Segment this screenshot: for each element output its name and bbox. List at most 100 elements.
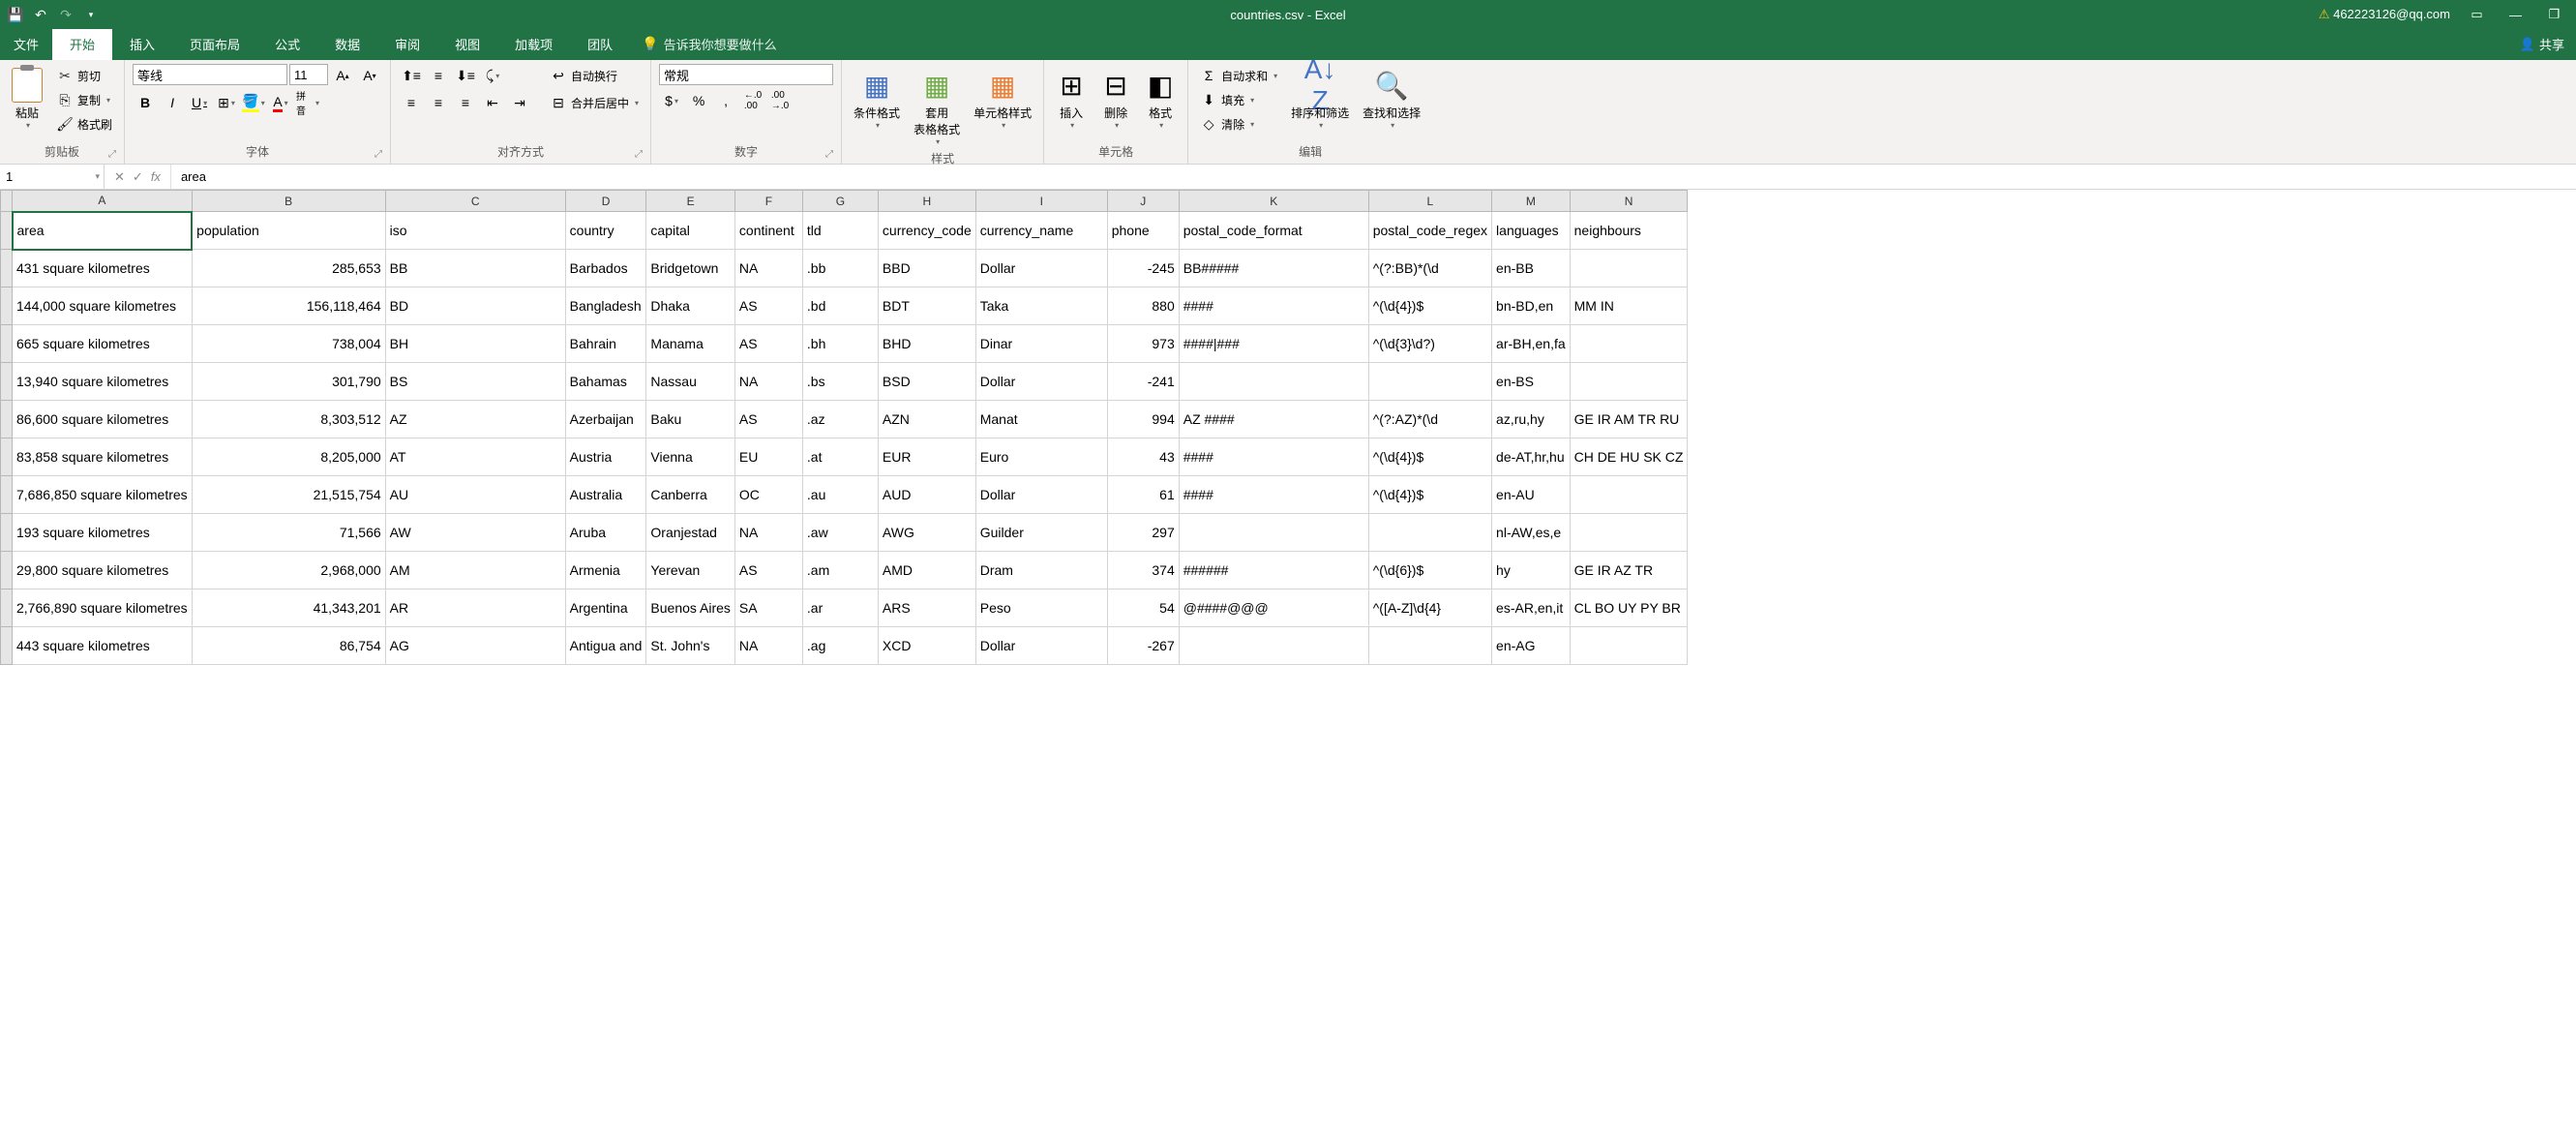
tab-addins[interactable]: 加载项 <box>497 28 570 60</box>
cell[interactable]: en-AG <box>1492 627 1571 665</box>
restore-icon[interactable]: ❐ <box>2542 7 2566 22</box>
cell[interactable]: Nassau <box>646 363 735 401</box>
cell[interactable]: BHD <box>878 325 975 363</box>
cell[interactable]: capital <box>646 212 735 250</box>
percent-icon[interactable]: % <box>686 89 711 112</box>
cell[interactable]: BSD <box>878 363 975 401</box>
cell[interactable] <box>1368 514 1491 552</box>
expand-icon[interactable]: ⤢ <box>374 149 382 160</box>
cell[interactable]: currency_name <box>975 212 1107 250</box>
column-header[interactable]: L <box>1368 191 1491 212</box>
save-icon[interactable]: 💾 <box>8 7 23 22</box>
fill-color-button[interactable]: 🪣▾ <box>241 91 266 114</box>
currency-icon[interactable]: $▾ <box>659 89 684 112</box>
cell[interactable]: 43 <box>1107 438 1179 476</box>
cell[interactable]: postal_code_format <box>1179 212 1368 250</box>
font-size-select[interactable] <box>289 64 328 85</box>
cell[interactable]: AG <box>385 627 565 665</box>
cell[interactable]: en-AU <box>1492 476 1571 514</box>
cell[interactable]: 156,118,464 <box>192 287 385 325</box>
cell[interactable]: ^(\d{4})$ <box>1368 476 1491 514</box>
cell[interactable]: SA <box>734 589 802 627</box>
merge-center-button[interactable]: ⊟合并后居中▾ <box>546 91 643 114</box>
cell[interactable]: Taka <box>975 287 1107 325</box>
redo-icon[interactable]: ↷ <box>58 7 74 22</box>
tab-home[interactable]: 开始 <box>52 28 112 60</box>
column-header[interactable]: J <box>1107 191 1179 212</box>
cell[interactable]: 8,303,512 <box>192 401 385 438</box>
cell[interactable]: .aw <box>802 514 878 552</box>
cell[interactable]: .au <box>802 476 878 514</box>
column-header[interactable]: F <box>734 191 802 212</box>
cell[interactable]: tld <box>802 212 878 250</box>
cell[interactable]: -245 <box>1107 250 1179 287</box>
cell[interactable]: 285,653 <box>192 250 385 287</box>
spreadsheet-grid[interactable]: ABCDEFGHIJKLMN areapopulationisocountryc… <box>0 190 2576 1148</box>
cell[interactable]: .bd <box>802 287 878 325</box>
row-header[interactable] <box>1 363 13 401</box>
cell[interactable] <box>1570 514 1688 552</box>
cell[interactable]: MM IN <box>1570 287 1688 325</box>
cell[interactable]: Bridgetown <box>646 250 735 287</box>
cell[interactable]: Vienna <box>646 438 735 476</box>
fx-icon[interactable]: fx <box>151 169 161 184</box>
sort-filter-button[interactable]: A↓Z排序和筛选▾ <box>1287 64 1353 132</box>
ribbon-display-icon[interactable]: ▭ <box>2465 7 2489 22</box>
cell[interactable]: @####@@@ <box>1179 589 1368 627</box>
column-header[interactable]: K <box>1179 191 1368 212</box>
cell[interactable]: es-AR,en,it <box>1492 589 1571 627</box>
cell[interactable]: de-AT,hr,hu <box>1492 438 1571 476</box>
row-header[interactable] <box>1 325 13 363</box>
cell[interactable]: GE IR AM TR RU <box>1570 401 1688 438</box>
enter-icon[interactable]: ✓ <box>133 169 143 185</box>
cell[interactable]: Aruba <box>565 514 646 552</box>
cell[interactable]: 374 <box>1107 552 1179 589</box>
borders-button[interactable]: ⊞▾ <box>214 91 239 114</box>
cell[interactable]: az,ru,hy <box>1492 401 1571 438</box>
increase-decimal-icon[interactable]: ←.0.00 <box>740 89 765 112</box>
cell[interactable]: Oranjestad <box>646 514 735 552</box>
cell[interactable]: Dollar <box>975 250 1107 287</box>
column-header[interactable]: G <box>802 191 878 212</box>
cell[interactable]: #### <box>1179 476 1368 514</box>
cell[interactable] <box>1368 627 1491 665</box>
cell[interactable]: OC <box>734 476 802 514</box>
pinyin-button[interactable]: 拼音▾ <box>295 91 320 114</box>
insert-cells-button[interactable]: ⊞插入▾ <box>1052 64 1091 132</box>
cell[interactable]: 301,790 <box>192 363 385 401</box>
cell[interactable]: AU <box>385 476 565 514</box>
column-header[interactable]: N <box>1570 191 1688 212</box>
column-header[interactable]: C <box>385 191 565 212</box>
cell[interactable]: CL BO UY PY BR <box>1570 589 1688 627</box>
cell[interactable]: BD <box>385 287 565 325</box>
align-top-icon[interactable]: ⬆≡ <box>399 64 424 87</box>
row-header[interactable] <box>1 627 13 665</box>
column-header[interactable]: B <box>192 191 385 212</box>
align-bottom-icon[interactable]: ⬇≡ <box>453 64 478 87</box>
cell[interactable]: Baku <box>646 401 735 438</box>
wrap-text-button[interactable]: ↩自动换行 <box>546 64 643 87</box>
cell[interactable]: Canberra <box>646 476 735 514</box>
cell[interactable]: AR <box>385 589 565 627</box>
cell[interactable]: AT <box>385 438 565 476</box>
cell[interactable]: 994 <box>1107 401 1179 438</box>
delete-cells-button[interactable]: ⊟删除▾ <box>1096 64 1135 132</box>
share-button[interactable]: 👤共享 <box>2508 28 2576 60</box>
clear-button[interactable]: ◇清除▾ <box>1196 112 1281 136</box>
cell[interactable]: AS <box>734 552 802 589</box>
fill-button[interactable]: ⬇填充▾ <box>1196 88 1281 111</box>
bold-button[interactable]: B <box>133 91 158 114</box>
undo-icon[interactable]: ↶ <box>33 7 48 22</box>
cell[interactable]: Azerbaijan <box>565 401 646 438</box>
cell[interactable]: ^(\d{4})$ <box>1368 287 1491 325</box>
cell[interactable]: #### <box>1179 287 1368 325</box>
cell[interactable]: neighbours <box>1570 212 1688 250</box>
cell[interactable]: BB##### <box>1179 250 1368 287</box>
cell[interactable]: Dollar <box>975 627 1107 665</box>
tab-team[interactable]: 团队 <box>570 28 630 60</box>
cell[interactable]: 297 <box>1107 514 1179 552</box>
column-header[interactable]: E <box>646 191 735 212</box>
format-painter-button[interactable]: 🖌格式刷 <box>52 112 116 136</box>
row-header[interactable] <box>1 552 13 589</box>
cell[interactable]: 29,800 square kilometres <box>13 552 193 589</box>
